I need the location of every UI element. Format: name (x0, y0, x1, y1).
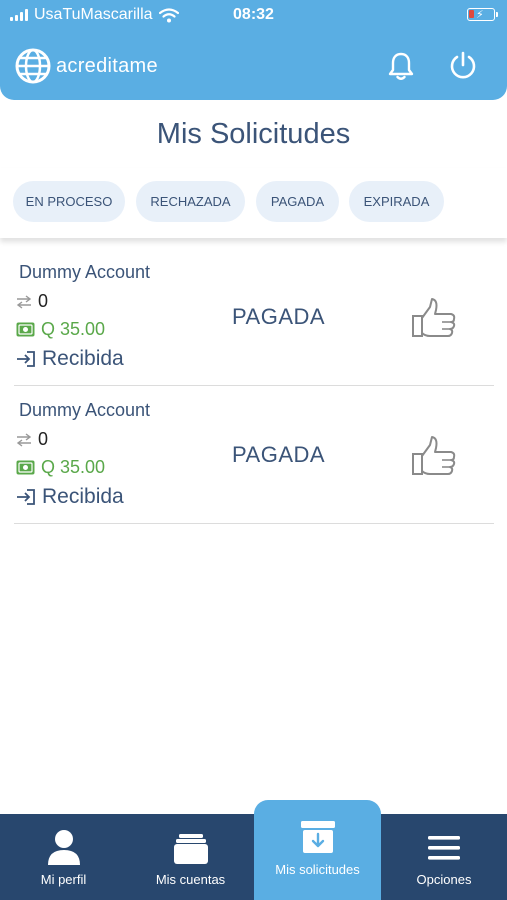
tab-pagada[interactable]: PAGADA (256, 181, 339, 222)
logout-button[interactable] (447, 50, 479, 82)
account-name: Dummy Account (19, 262, 151, 282)
brand-name: acreditame (56, 54, 158, 77)
sign-in-icon (17, 489, 35, 505)
transfers-count: 0 (38, 429, 49, 449)
status-badge: PAGADA (232, 442, 326, 467)
transfers-row: 0 (16, 429, 48, 450)
money-icon (16, 322, 35, 337)
menu-icon (428, 836, 460, 860)
request-status: Recibida (42, 485, 124, 508)
transfers-count: 0 (38, 291, 49, 311)
brand-logo: acreditame (14, 47, 158, 85)
status-row: Recibida (16, 485, 124, 509)
amount-row: Q 35.00 (16, 457, 105, 478)
thumbs-up-icon[interactable] (410, 434, 458, 478)
globe-icon (15, 48, 51, 84)
divider (14, 523, 494, 524)
status-time: 08:32 (233, 6, 274, 23)
money-icon (16, 460, 35, 475)
list-item[interactable]: Dummy Account 0 Q 35.00 Recibida PAGADA (0, 386, 507, 524)
nav-opciones[interactable]: Opciones (381, 814, 507, 900)
nav-label: Mi perfil (40, 872, 87, 887)
battery-icon: ⚡ (467, 8, 498, 21)
request-status: Recibida (42, 347, 124, 370)
nav-label: Opciones (416, 872, 472, 887)
tab-expirada[interactable]: EXPIRADA (349, 181, 444, 222)
status-filter-tabs: EN PROCESO RECHAZADA PAGADA EXPIRADA (0, 168, 507, 238)
nav-label: Mis cuentas (155, 872, 226, 887)
notifications-button[interactable] (385, 50, 417, 82)
power-icon (450, 51, 476, 79)
amount-row: Q 35.00 (16, 319, 105, 340)
transfers-row: 0 (16, 291, 48, 312)
status-badge: PAGADA (232, 304, 326, 329)
swap-arrows-icon (16, 294, 32, 309)
amount-value: Q 35.00 (41, 319, 106, 339)
swap-arrows-icon (16, 432, 32, 447)
tab-en-proceso[interactable]: EN PROCESO (13, 181, 125, 222)
nav-mi-perfil[interactable]: Mi perfil (0, 814, 127, 900)
tab-rechazada[interactable]: RECHAZADA (136, 181, 245, 222)
archive-download-icon (300, 821, 335, 853)
status-row: Recibida (16, 347, 124, 371)
nav-mis-solicitudes[interactable]: Mis solicitudes (254, 800, 381, 900)
sign-in-icon (17, 351, 35, 367)
status-bar: UsaTuMascarilla 08:32 ⚡ (0, 0, 507, 32)
thumbs-up-icon[interactable] (410, 296, 458, 340)
page-title: Mis Solicitudes (156, 118, 351, 150)
bell-icon (388, 52, 414, 80)
nav-mis-cuentas[interactable]: Mis cuentas (127, 814, 254, 900)
account-name: Dummy Account (19, 400, 151, 420)
list-item[interactable]: Dummy Account 0 Q 35.00 Recibida PAGADA (0, 248, 507, 386)
amount-value: Q 35.00 (41, 457, 106, 477)
app-header: UsaTuMascarilla 08:32 ⚡ acreditame (0, 0, 507, 100)
wallet-icon (173, 834, 208, 864)
nav-label: Mis solicitudes (275, 862, 360, 877)
user-icon (47, 830, 80, 865)
requests-list: Dummy Account 0 Q 35.00 Recibida PAGADA (0, 248, 507, 524)
